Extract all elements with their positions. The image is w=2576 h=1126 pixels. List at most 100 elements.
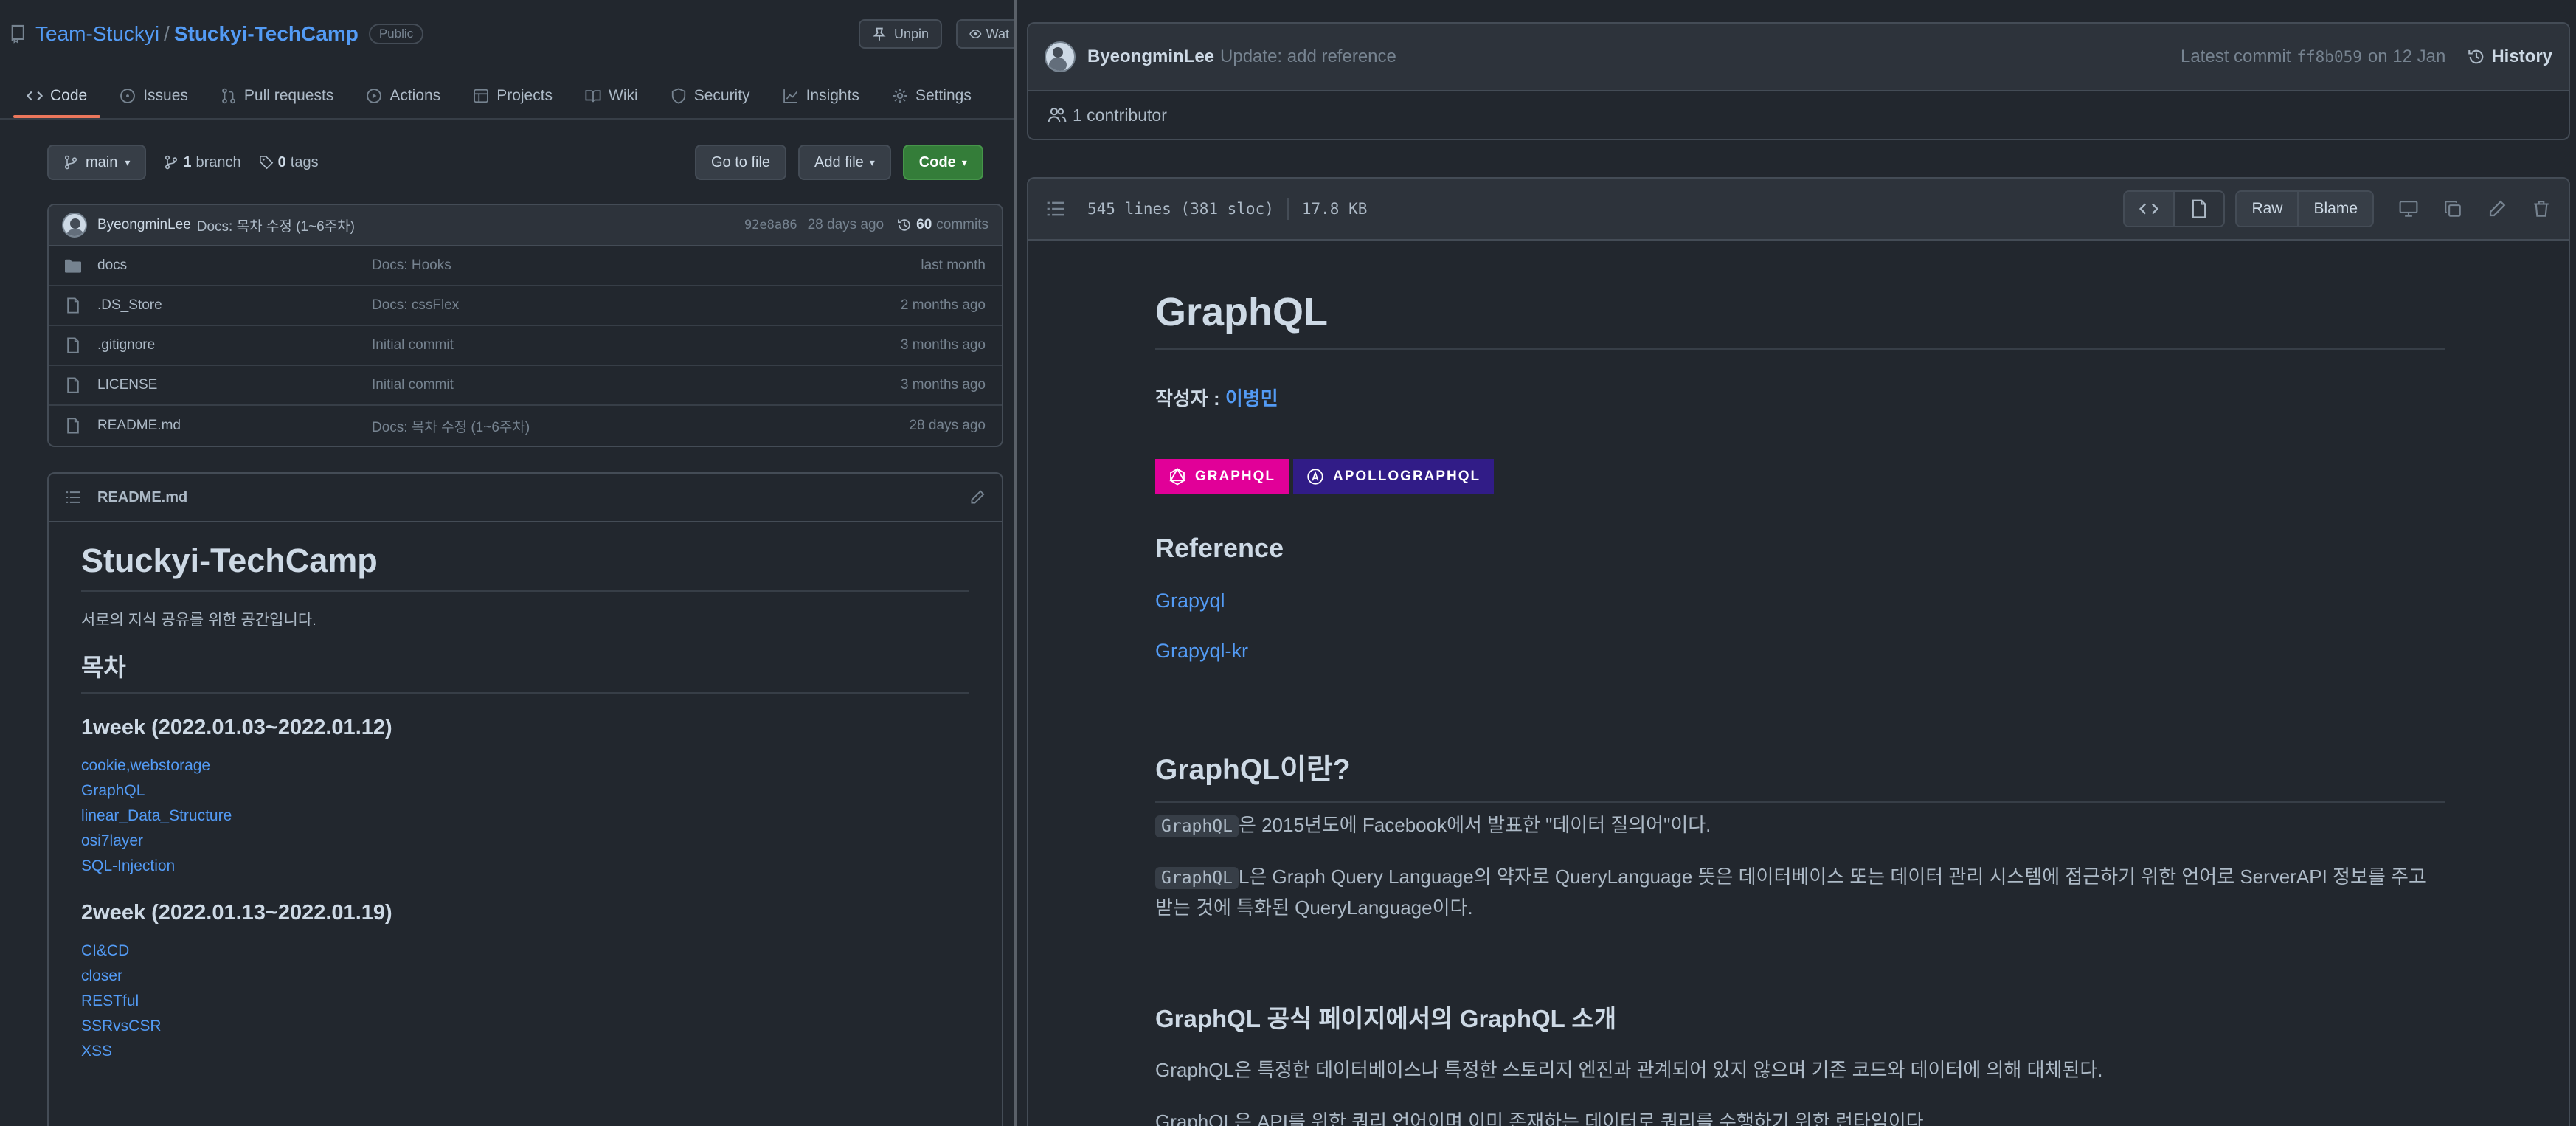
commit-date: on 12 Jan (2367, 46, 2446, 66)
tab-actions[interactable]: Actions (350, 74, 457, 118)
avatar[interactable] (62, 213, 87, 238)
go-to-file-button[interactable]: Go to file (695, 145, 787, 180)
readme-content: Stuckyi-TechCamp 서로의 지식 공유를 위한 공간입니다. 목차… (49, 522, 1002, 1079)
avatar[interactable] (1045, 41, 1076, 72)
apollo-logo-icon (1307, 469, 1323, 485)
paragraph-2: GraphQL L은 Graph Query Language의 약자로 Quer… (1155, 862, 2445, 922)
tab-settings[interactable]: Settings (876, 74, 988, 118)
author-link[interactable]: 이병민 (1225, 387, 1278, 410)
history-link[interactable]: History (2468, 46, 2552, 67)
paragraph-4-text: GraphQL은 API를 위한 쿼리 언어이며 이미 존재하는 데이터로 쿼리… (1155, 1111, 1929, 1126)
week2-link[interactable]: CI&CD (81, 939, 969, 964)
apollo-badge[interactable]: APOLLOGRAPHQL (1293, 459, 1495, 494)
eye-icon (969, 30, 982, 38)
list-icon[interactable] (1046, 199, 1065, 218)
watch-button[interactable]: Wat (956, 19, 1014, 49)
apollo-badge-label: APOLLOGRAPHQL (1333, 469, 1481, 484)
raw-button[interactable]: Raw (2237, 192, 2299, 226)
week1-link[interactable]: GraphQL (81, 778, 969, 804)
gear-icon (893, 89, 907, 103)
tab-insights[interactable]: Insights (766, 74, 876, 118)
repo-icon (11, 24, 24, 44)
week1-link[interactable]: osi7layer (81, 829, 969, 854)
file-row-license[interactable]: LICENSE Initial commit 3 months ago (49, 366, 1002, 406)
pencil-icon[interactable] (969, 489, 986, 505)
section2-heading: GraphQL 공식 페이지에서의 GraphQL 소개 (1155, 1005, 1617, 1032)
file-name[interactable]: .gitignore (97, 337, 372, 353)
file-row-readme[interactable]: README.md Docs: 목차 수정 (1~6주차) 28 days ag… (49, 406, 1002, 446)
raw-blame-group: Raw Blame (2235, 190, 2374, 227)
pencil-icon[interactable] (2487, 199, 2507, 218)
branch-select[interactable]: main ▾ (47, 145, 147, 180)
file-commit-message[interactable]: Docs: Hooks (372, 258, 921, 274)
tab-code[interactable]: Code (10, 74, 103, 118)
file-row-gitignore[interactable]: .gitignore Initial commit 3 months ago (49, 326, 1002, 366)
repo-owner-link[interactable]: Team-Stuckyi (35, 22, 159, 46)
file-row-ds-store[interactable]: .DS_Store Docs: cssFlex 2 months ago (49, 286, 1002, 326)
tab-settings-label: Settings (915, 87, 972, 104)
file-name[interactable]: .DS_Store (97, 297, 372, 314)
paragraph-2-text: L은 Graph Query Language의 약자로 QueryLangua… (1155, 866, 2426, 919)
file-commit-message[interactable]: Docs: 목차 수정 (1~6주차) (372, 416, 909, 436)
tab-pull-requests[interactable]: Pull requests (204, 74, 350, 118)
file-commit-message[interactable]: Initial commit (372, 337, 901, 353)
readme-panel: README.md Stuckyi-TechCamp 서로의 지식 공유를 위한… (47, 472, 1003, 1126)
file-name[interactable]: docs (97, 258, 372, 274)
week2-link[interactable]: RESTful (81, 989, 969, 1014)
reference-link[interactable]: Grapyql (1155, 586, 2445, 615)
trash-icon[interactable] (2532, 199, 2551, 218)
repo-nav: Code Issues Pull requests Actions Projec… (10, 74, 1014, 118)
commit-hash[interactable]: ff8b059 (2296, 48, 2362, 66)
preview-button[interactable] (2175, 192, 2224, 226)
reference-link[interactable]: Grapyql-kr (1155, 636, 2445, 666)
commit-message[interactable]: Docs: 목차 수정 (1~6주차) (197, 215, 744, 235)
file-icon (67, 337, 79, 353)
doc-title: GraphQL (1155, 289, 2445, 350)
repo-name-link[interactable]: Stuckyi-TechCamp (174, 22, 359, 46)
file-name[interactable]: README.md (97, 418, 372, 434)
contributors-count[interactable]: 1 contributor (1073, 106, 1167, 125)
branch-count: 1 (183, 153, 192, 170)
tab-code-label: Code (50, 87, 88, 104)
readme-header: README.md (49, 474, 1002, 522)
code-icon (27, 91, 43, 101)
readme-filename: README.md (97, 488, 188, 505)
list-icon[interactable] (65, 489, 81, 505)
file-commit-message[interactable]: Docs: cssFlex (372, 297, 901, 314)
desktop-icon[interactable] (2399, 199, 2418, 218)
commit-author[interactable]: ByeongminLee (97, 217, 191, 233)
commits-link[interactable]: 60 commits (897, 217, 988, 233)
add-file-label: Add file (814, 153, 864, 170)
file-content-box: 545 lines (381 sloc) 17.8 KB Raw Blame G… (1027, 177, 2570, 1126)
copy-icon[interactable] (2443, 199, 2462, 218)
tags-link[interactable]: 0 tags (259, 154, 319, 171)
week2-link[interactable]: SSRvsCSR (81, 1014, 969, 1039)
unpin-button[interactable]: Unpin (859, 19, 943, 49)
tab-projects[interactable]: Projects (457, 74, 569, 118)
week2-link[interactable]: closer (81, 964, 969, 989)
paragraph-4: GraphQL은 API를 위한 쿼리 언어이며 이미 존재하는 데이터로 쿼리… (1155, 1107, 2445, 1126)
file-name[interactable]: LICENSE (97, 377, 372, 393)
visibility-badge: Public (368, 24, 424, 44)
week1-link[interactable]: cookie,webstorage (81, 753, 969, 778)
code-view-button[interactable] (2125, 192, 2175, 226)
commit-hash[interactable]: 92e8a86 (744, 218, 797, 232)
blame-button[interactable]: Blame (2299, 192, 2372, 226)
tab-security[interactable]: Security (654, 74, 766, 118)
tab-wiki[interactable]: Wiki (569, 74, 654, 118)
file-size: 17.8 KB (1301, 200, 1368, 218)
file-commit-message[interactable]: Initial commit (372, 377, 901, 393)
commit-author[interactable]: ByeongminLee (1087, 46, 1214, 67)
week2-link[interactable]: XSS (81, 1039, 969, 1064)
week1-link[interactable]: linear_Data_Structure (81, 804, 969, 829)
file-row-docs[interactable]: docs Docs: Hooks last month (49, 246, 1002, 286)
code-button[interactable]: Code ▾ (902, 145, 983, 180)
branches-link[interactable]: 1 branch (164, 153, 241, 171)
commit-message[interactable]: Update: add reference (1220, 46, 2181, 67)
graphql-logo-icon (1169, 468, 1185, 486)
play-icon (367, 89, 382, 103)
add-file-button[interactable]: Add file ▾ (798, 145, 891, 180)
week1-link[interactable]: SQL-Injection (81, 854, 969, 879)
graphql-badge[interactable]: GRAPHQL (1155, 459, 1289, 494)
tab-issues[interactable]: Issues (103, 74, 204, 118)
